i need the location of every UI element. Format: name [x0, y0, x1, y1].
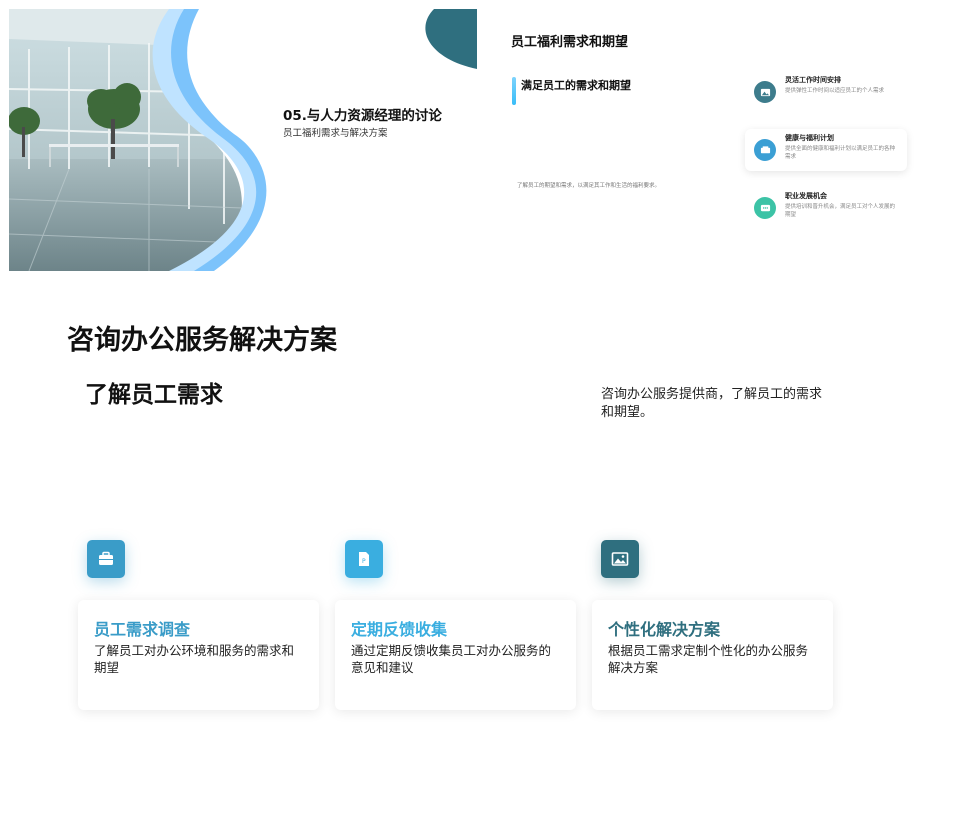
card-title: 员工需求调查 [94, 620, 191, 639]
slide2-subtitle: 满足员工的需求和期望 [521, 79, 631, 92]
solution-card-personalized: 个性化解决方案 根据员工需求定制个性化的办公服务解决方案 [592, 600, 833, 710]
slide2-title: 员工福利需求和期望 [511, 35, 629, 50]
solution-card-feedback: 定期反馈收集 通过定期反馈收集员工对办公服务的意见和建议 [335, 600, 576, 710]
benefit-item-desc: 提供培训和晋升机会，满足员工对个人发展的期望 [785, 204, 896, 218]
image-icon [601, 540, 639, 578]
benefit-item-desc: 提供全面的健康和福利计划以满足员工的各种需求 [785, 146, 896, 160]
card-desc: 了解员工对办公环境和服务的需求和期望 [94, 643, 295, 675]
slide1-title: 05.与人力资源经理的讨论 [283, 108, 442, 124]
benefit-item-title: 职业发展机会 [785, 192, 827, 200]
benefit-item-title: 健康与福利计划 [785, 134, 834, 142]
card-title: 定期反馈收集 [351, 620, 448, 639]
slide1-subtitle: 员工福利需求与解决方案 [283, 128, 388, 139]
slide3-title: 咨询办公服务解决方案 [67, 325, 337, 356]
image-icon [754, 81, 776, 103]
slide-benefit-needs: 员工福利需求和期望 满足员工的需求和期望 了解员工的期望和需求，以满足其工作和生… [483, 9, 951, 271]
card-desc: 根据员工需求定制个性化的办公服务解决方案 [608, 643, 809, 675]
presentation-icon: P [345, 540, 383, 578]
slide-hr-discussion: 05.与人力资源经理的讨论 员工福利需求与解决方案 [9, 9, 477, 271]
svg-text:P: P [362, 558, 366, 565]
slide2-description: 了解员工的期望和需求，以满足其工作和生活的福利要求。 [517, 183, 661, 189]
accent-bar [512, 77, 516, 105]
benefit-item-career: 职业发展机会 提供培训和晋升机会，满足员工对个人发展的期望 [745, 187, 907, 229]
benefit-item-flexible-hours: 灵活工作时间安排 提供弹性工作时间以适应员工的个人需求 [745, 71, 907, 113]
slide3-subtitle: 了解员工需求 [85, 382, 223, 408]
card-title: 个性化解决方案 [608, 620, 721, 639]
solution-card-survey: 员工需求调查 了解员工对办公环境和服务的需求和期望 [78, 600, 319, 710]
benefit-item-desc: 提供弹性工作时间以适应员工的个人需求 [785, 88, 885, 94]
office-photo-image [9, 9, 477, 271]
card-icon [754, 139, 776, 161]
chat-icon [754, 197, 776, 219]
slide3-intro: 咨询办公服务提供商，了解员工的需求和期望。 [601, 387, 823, 420]
benefit-item-health: 健康与福利计划 提供全面的健康和福利计划以满足员工的各种需求 [745, 129, 907, 171]
briefcase-icon [87, 540, 125, 578]
card-desc: 通过定期反馈收集员工对办公服务的意见和建议 [351, 643, 552, 675]
benefit-item-title: 灵活工作时间安排 [785, 76, 841, 84]
